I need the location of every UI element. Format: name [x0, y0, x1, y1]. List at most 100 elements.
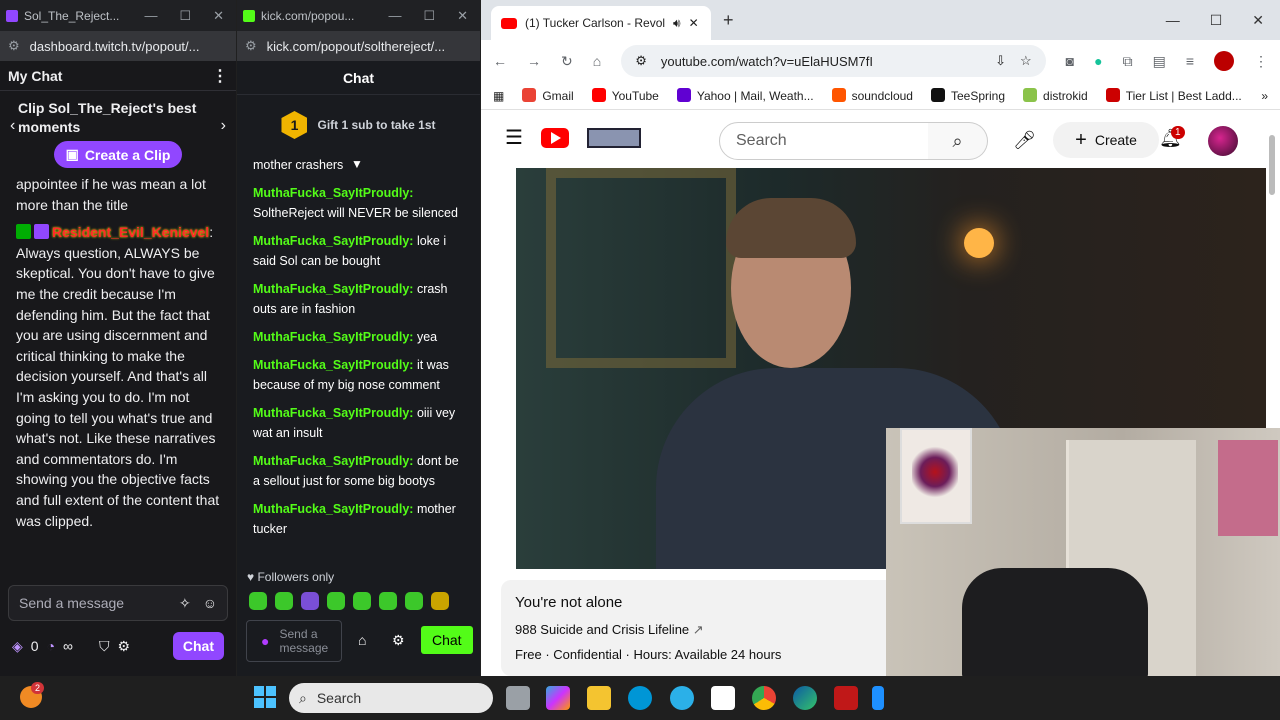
chat-username[interactable]: Resident_Evil_Kenievel [52, 224, 209, 240]
more-options-icon[interactable]: ⋮ [212, 66, 228, 86]
task-view-icon[interactable] [506, 686, 530, 710]
bookmark-star-icon[interactable]: ☆ [1020, 53, 1032, 69]
start-icon[interactable] [254, 686, 276, 708]
create-clip-button[interactable]: ▣ Create a Clip [53, 141, 183, 168]
address-url[interactable]: youtube.com/watch?v=uElaHUSM7fI [661, 54, 873, 69]
sidepanel-icon[interactable]: ▤ [1153, 53, 1166, 70]
mcafee-icon[interactable] [834, 686, 858, 710]
bookmark-yahoo[interactable]: Yahoo | Mail, Weath... [676, 88, 814, 103]
chat-username[interactable]: MuthaFucka_SayItProudly [253, 282, 409, 296]
maximize-icon[interactable]: ☐ [1210, 12, 1223, 29]
chat-username[interactable]: MuthaFucka_SayItProudly [253, 358, 409, 372]
create-button[interactable]: + Create [1053, 122, 1159, 158]
extensions-icon[interactable]: ⧉ [1123, 53, 1133, 70]
bookmark-distrokid[interactable]: distrokid [1023, 88, 1088, 103]
home-icon[interactable]: ⌂ [593, 53, 601, 69]
kick-message-input[interactable]: ● Send a message [246, 620, 342, 662]
gear-icon[interactable]: ⚙ [392, 632, 405, 649]
close-icon[interactable]: ✕ [213, 8, 224, 24]
kick-urlbar[interactable]: ⚙ kick.com/popout/solthereject/... [237, 31, 480, 61]
chat-username[interactable]: MuthaFucka_SayItProudly [253, 234, 409, 248]
menu-icon[interactable]: ☰ [505, 125, 523, 150]
chat-username[interactable]: MuthaFucka_SayItProudly [253, 330, 409, 344]
chat-username[interactable]: MuthaFucka_SayItProudly [253, 502, 409, 516]
search-button[interactable]: ⌕ [928, 122, 988, 160]
microphone-icon[interactable]: 🎤︎ [1013, 130, 1036, 151]
scroll-down-icon[interactable]: ▼ [351, 157, 363, 171]
emote-icon[interactable] [249, 592, 267, 610]
minimize-icon[interactable]: — [144, 8, 157, 24]
close-icon[interactable]: ✕ [457, 8, 468, 24]
minimize-icon[interactable]: — [1166, 12, 1180, 29]
app-icon[interactable] [872, 686, 884, 710]
emote-icon[interactable] [431, 592, 449, 610]
twitch-urlbar[interactable]: ⚙ dashboard.twitch.tv/popout/... [0, 31, 236, 61]
grammarly-icon[interactable]: ● [1094, 53, 1102, 69]
emote-icon[interactable] [379, 592, 397, 610]
bookmark-gmail[interactable]: Gmail [522, 88, 574, 103]
close-icon[interactable]: ✕ [1252, 12, 1264, 29]
address-bar[interactable]: ⚙ youtube.com/watch?v=uElaHUSM7fI ⇩ ☆ [621, 45, 1046, 77]
kick-message-list[interactable]: mother crashers MuthaFucka_SayItProudly:… [237, 155, 480, 620]
camera-icon[interactable]: ◙ [1066, 53, 1074, 69]
maximize-icon[interactable]: ☐ [179, 8, 191, 24]
speaker-icon[interactable]: 🔊︎ [673, 16, 681, 31]
twitch-message-list[interactable]: appointee if he was mean a lot more than… [0, 174, 236, 576]
chat-username[interactable]: MuthaFucka_SayItProudly [253, 186, 409, 200]
timer-icon[interactable]: ◔ [47, 638, 55, 654]
emote-icon[interactable] [353, 592, 371, 610]
emote-icon[interactable] [301, 592, 319, 610]
emote-icon[interactable] [275, 592, 293, 610]
tab-youtube[interactable]: (1) Tucker Carlson - Revolut 🔊︎ ✕ [491, 6, 711, 40]
media-icon[interactable]: ≡ [1186, 53, 1194, 69]
youtube-logo-icon[interactable] [540, 127, 569, 148]
store-icon[interactable]: ⌂ [358, 632, 366, 648]
bookmark-teespring[interactable]: TeeSpring [930, 88, 1005, 103]
sparkle-icon[interactable]: ✧ [179, 595, 191, 612]
microphone-icon[interactable]: ● [261, 634, 269, 648]
app-icon[interactable] [670, 686, 694, 710]
kick-url[interactable]: kick.com/popout/solthereject/... [267, 39, 445, 54]
bookmark-soundcloud[interactable]: soundcloud [831, 88, 913, 103]
copilot-icon[interactable] [546, 686, 570, 710]
reload-icon[interactable]: ↻ [561, 53, 573, 70]
shield-icon[interactable]: ⛉ [99, 638, 110, 655]
bookmark-youtube[interactable]: YouTube [591, 88, 659, 103]
site-info-icon[interactable]: ⚙ [245, 38, 257, 54]
twitch-url[interactable]: dashboard.twitch.tv/popout/... [30, 39, 200, 54]
emote-icon[interactable]: ☺ [203, 595, 217, 612]
close-tab-icon[interactable]: ✕ [689, 16, 699, 30]
apps-icon[interactable]: ▦ [493, 89, 504, 103]
site-info-icon[interactable]: ⚙ [635, 53, 647, 69]
chat-send-button[interactable]: Chat [172, 632, 224, 660]
more-options-icon[interactable]: ⋮ [1254, 53, 1268, 70]
chat-username[interactable]: MuthaFucka_SayItProudly [253, 406, 409, 420]
forward-icon[interactable]: → [527, 53, 541, 69]
edge-icon[interactable] [793, 686, 817, 710]
notifications-button[interactable]: 🔔︎ 1 [1159, 126, 1185, 149]
chevron-right-icon[interactable]: » [1261, 89, 1268, 103]
hp-icon[interactable] [628, 686, 652, 710]
file-explorer-icon[interactable] [587, 686, 611, 710]
chat-username[interactable]: MuthaFucka_SayItProudly [253, 454, 409, 468]
notepad-icon[interactable] [711, 686, 735, 710]
maximize-icon[interactable]: ☐ [423, 8, 435, 24]
youtube-search-input[interactable]: Search [719, 122, 929, 160]
minimize-icon[interactable]: — [388, 8, 401, 24]
install-icon[interactable]: ⇩ [995, 53, 1006, 69]
profile-avatar[interactable] [1214, 51, 1234, 71]
chevron-left-icon[interactable]: ‹ [10, 117, 15, 135]
gift-sub-banner[interactable]: 1 Gift 1 sub to take 1st [237, 95, 480, 155]
emote-icon[interactable] [405, 592, 423, 610]
bookmark-tierlist[interactable]: Tier List | Best Ladd... [1105, 88, 1242, 103]
gear-icon[interactable]: ⚙ [118, 638, 131, 655]
scrollbar[interactable] [1269, 135, 1275, 195]
chrome-icon[interactable] [752, 686, 776, 710]
kick-send-button[interactable]: Chat [421, 626, 473, 654]
channel-points-icon[interactable]: ◈ [12, 638, 23, 655]
new-tab-icon[interactable]: + [723, 10, 734, 31]
avatar[interactable] [1208, 126, 1238, 156]
taskbar-search[interactable]: ⌕ Search [289, 683, 493, 713]
chevron-right-icon[interactable]: › [221, 117, 226, 135]
crisis-lifeline-link[interactable]: 988 Suicide and Crisis Lifeline ↗ [515, 622, 907, 638]
